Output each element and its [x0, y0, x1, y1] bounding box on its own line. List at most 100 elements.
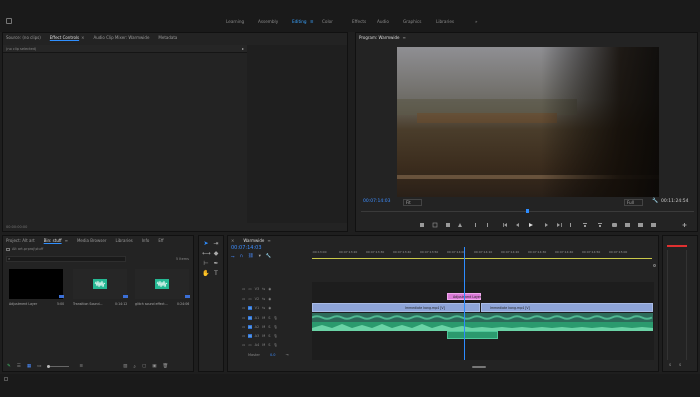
- freeform-view-icon[interactable]: ▭: [37, 364, 41, 369]
- lift-edit-icon[interactable]: [583, 223, 587, 227]
- track-select-icon[interactable]: ⇥: [212, 240, 220, 248]
- workspace-more-icon[interactable]: »: [475, 19, 478, 24]
- eye-icon[interactable]: ◉: [268, 297, 271, 301]
- meter-solo-left-icon[interactable]: S: [669, 363, 671, 367]
- pen-icon[interactable]: ✒: [212, 260, 220, 268]
- mark-out-icon[interactable]: [432, 222, 438, 228]
- go-to-out-icon[interactable]: [570, 223, 571, 227]
- fit-dropdown[interactable]: Fit: [403, 199, 422, 206]
- sync-lock-icon[interactable]: ⇆: [262, 287, 265, 291]
- mic-icon[interactable]: 🎙: [274, 316, 278, 320]
- solo-icon[interactable]: S: [268, 325, 270, 329]
- tab-libraries[interactable]: Libraries: [115, 238, 132, 243]
- track-target-icon[interactable]: ▭: [248, 297, 251, 301]
- lock-icon[interactable]: ▭: [242, 343, 245, 347]
- scrollbar-thumb[interactable]: [472, 366, 486, 368]
- eye-icon[interactable]: ◉: [268, 287, 271, 291]
- timeline-timecode[interactable]: 00:07:14:03: [231, 245, 262, 251]
- tab-source[interactable]: Source: (no clips): [6, 35, 41, 40]
- solo-icon[interactable]: S: [268, 343, 270, 347]
- tab-audio-clip-mixer[interactable]: Audio Clip Mixer: Warmwide: [93, 35, 149, 40]
- add-marker-icon[interactable]: ▾: [259, 254, 261, 260]
- vr-video-icon[interactable]: [638, 223, 643, 227]
- bin-item-glitch-sound[interactable]: glitch sound effect... 0:24:06: [135, 269, 193, 315]
- toggle-proxies-icon[interactable]: [651, 223, 656, 227]
- work-area-bar[interactable]: [312, 258, 652, 259]
- master-volume[interactable]: 0.0: [270, 353, 276, 357]
- mic-icon[interactable]: 🎙: [274, 325, 278, 329]
- add-marker-icon[interactable]: [446, 223, 450, 227]
- new-item-icon[interactable]: ▣: [152, 364, 156, 369]
- search-icon[interactable]: ⌕: [133, 364, 136, 370]
- track-area[interactable]: Adjustment Layer Immediate kang.mp4 [V] …: [312, 247, 654, 360]
- add-button-icon[interactable]: [682, 223, 687, 227]
- selection-tool-icon[interactable]: ➤: [202, 240, 210, 248]
- new-bin-icon[interactable]: ▢: [142, 364, 146, 369]
- trash-icon[interactable]: 🗑: [162, 364, 168, 369]
- workspace-graphics[interactable]: Graphics: [403, 19, 422, 24]
- workspace-editing[interactable]: Editing: [292, 19, 307, 24]
- lift-icon[interactable]: [458, 223, 462, 227]
- lock-icon[interactable]: ▭: [242, 297, 245, 301]
- sync-lock-icon[interactable]: ⇆: [262, 306, 265, 310]
- snap-icon[interactable]: ∩: [240, 254, 243, 260]
- bin-search-input[interactable]: ⌕: [6, 256, 126, 262]
- tab-project[interactable]: Project: Alt art: [6, 238, 35, 243]
- nest-icon[interactable]: ⤳: [231, 254, 235, 260]
- track-target-icon[interactable]: ▭: [248, 343, 251, 347]
- expand-arrow-icon[interactable]: ▸: [242, 46, 244, 51]
- master-end-icon[interactable]: ⇥: [286, 353, 289, 357]
- solo-icon[interactable]: S: [268, 316, 270, 320]
- program-scrub-bar[interactable]: [361, 209, 694, 215]
- razor-icon[interactable]: ◆: [212, 250, 220, 258]
- track-target-icon[interactable]: ▭: [248, 306, 252, 310]
- track-target-icon[interactable]: ▭: [248, 325, 252, 329]
- export-frame-icon[interactable]: [612, 223, 617, 227]
- workspace-audio[interactable]: Audio: [377, 19, 389, 24]
- lock-icon[interactable]: ▭: [242, 287, 245, 291]
- zoom-slider-handle[interactable]: [47, 364, 51, 368]
- clip-a3[interactable]: [447, 331, 498, 339]
- program-timecode[interactable]: 00:07:14:03: [363, 199, 390, 204]
- panel-menu-icon[interactable]: ≡: [267, 238, 270, 243]
- lock-icon[interactable]: ▭: [242, 306, 245, 310]
- mute-icon[interactable]: M: [262, 334, 265, 338]
- linked-selection-icon[interactable]: ⛓: [248, 254, 254, 260]
- step-forward-icon[interactable]: [557, 223, 562, 227]
- icon-view-icon[interactable]: ▦: [27, 364, 31, 369]
- slip-icon[interactable]: ⊢: [202, 260, 210, 268]
- track-target-icon[interactable]: ▭: [248, 334, 252, 338]
- list-view-icon[interactable]: ☰: [17, 364, 21, 369]
- wrench-icon[interactable]: 🔧: [266, 254, 272, 260]
- panel-menu-icon[interactable]: ≡: [65, 238, 68, 243]
- bin-item-adjustment-layer[interactable]: Adjustment Layer 5:00: [9, 269, 67, 315]
- rewind-icon[interactable]: [516, 223, 519, 227]
- type-icon[interactable]: T: [212, 270, 220, 278]
- clip-v1-right[interactable]: Immediate kang.mp4 [V]: [481, 303, 653, 312]
- clip-v1-left[interactable]: Immediate kang.mp4 [V]: [312, 303, 480, 312]
- meter-solo-right-icon[interactable]: S: [679, 363, 681, 367]
- quality-dropdown[interactable]: Full: [624, 199, 643, 206]
- sync-lock-icon[interactable]: ⇆: [262, 297, 265, 301]
- mic-icon[interactable]: 🎙: [274, 334, 278, 338]
- scrollbar-thumb[interactable]: [653, 264, 656, 267]
- trim-icon[interactable]: [487, 223, 488, 227]
- go-to-in-icon[interactable]: [475, 223, 476, 227]
- workspace-menu-icon[interactable]: ≡: [310, 19, 314, 24]
- mute-icon[interactable]: M: [262, 316, 265, 320]
- program-playhead[interactable]: [526, 209, 529, 213]
- clip-a2[interactable]: [312, 322, 653, 331]
- home-icon[interactable]: [6, 18, 12, 24]
- solo-icon[interactable]: S: [268, 334, 270, 338]
- tab-effect-controls[interactable]: Effect Controls: [50, 35, 79, 40]
- workspace-learning[interactable]: Learning: [226, 19, 244, 24]
- timeline-playhead[interactable]: [464, 247, 465, 360]
- track-target-icon[interactable]: ▭: [248, 316, 252, 320]
- bin-item-transition-sound[interactable]: Transition Sound... 0:14:12: [73, 269, 131, 315]
- mark-in-icon[interactable]: [420, 223, 424, 227]
- tab-metadata[interactable]: Metadata: [158, 35, 177, 40]
- mute-icon[interactable]: M: [262, 325, 265, 329]
- mute-icon[interactable]: M: [262, 343, 265, 347]
- tab-effects[interactable]: Eff: [158, 238, 163, 243]
- lock-icon[interactable]: ▭: [242, 316, 245, 320]
